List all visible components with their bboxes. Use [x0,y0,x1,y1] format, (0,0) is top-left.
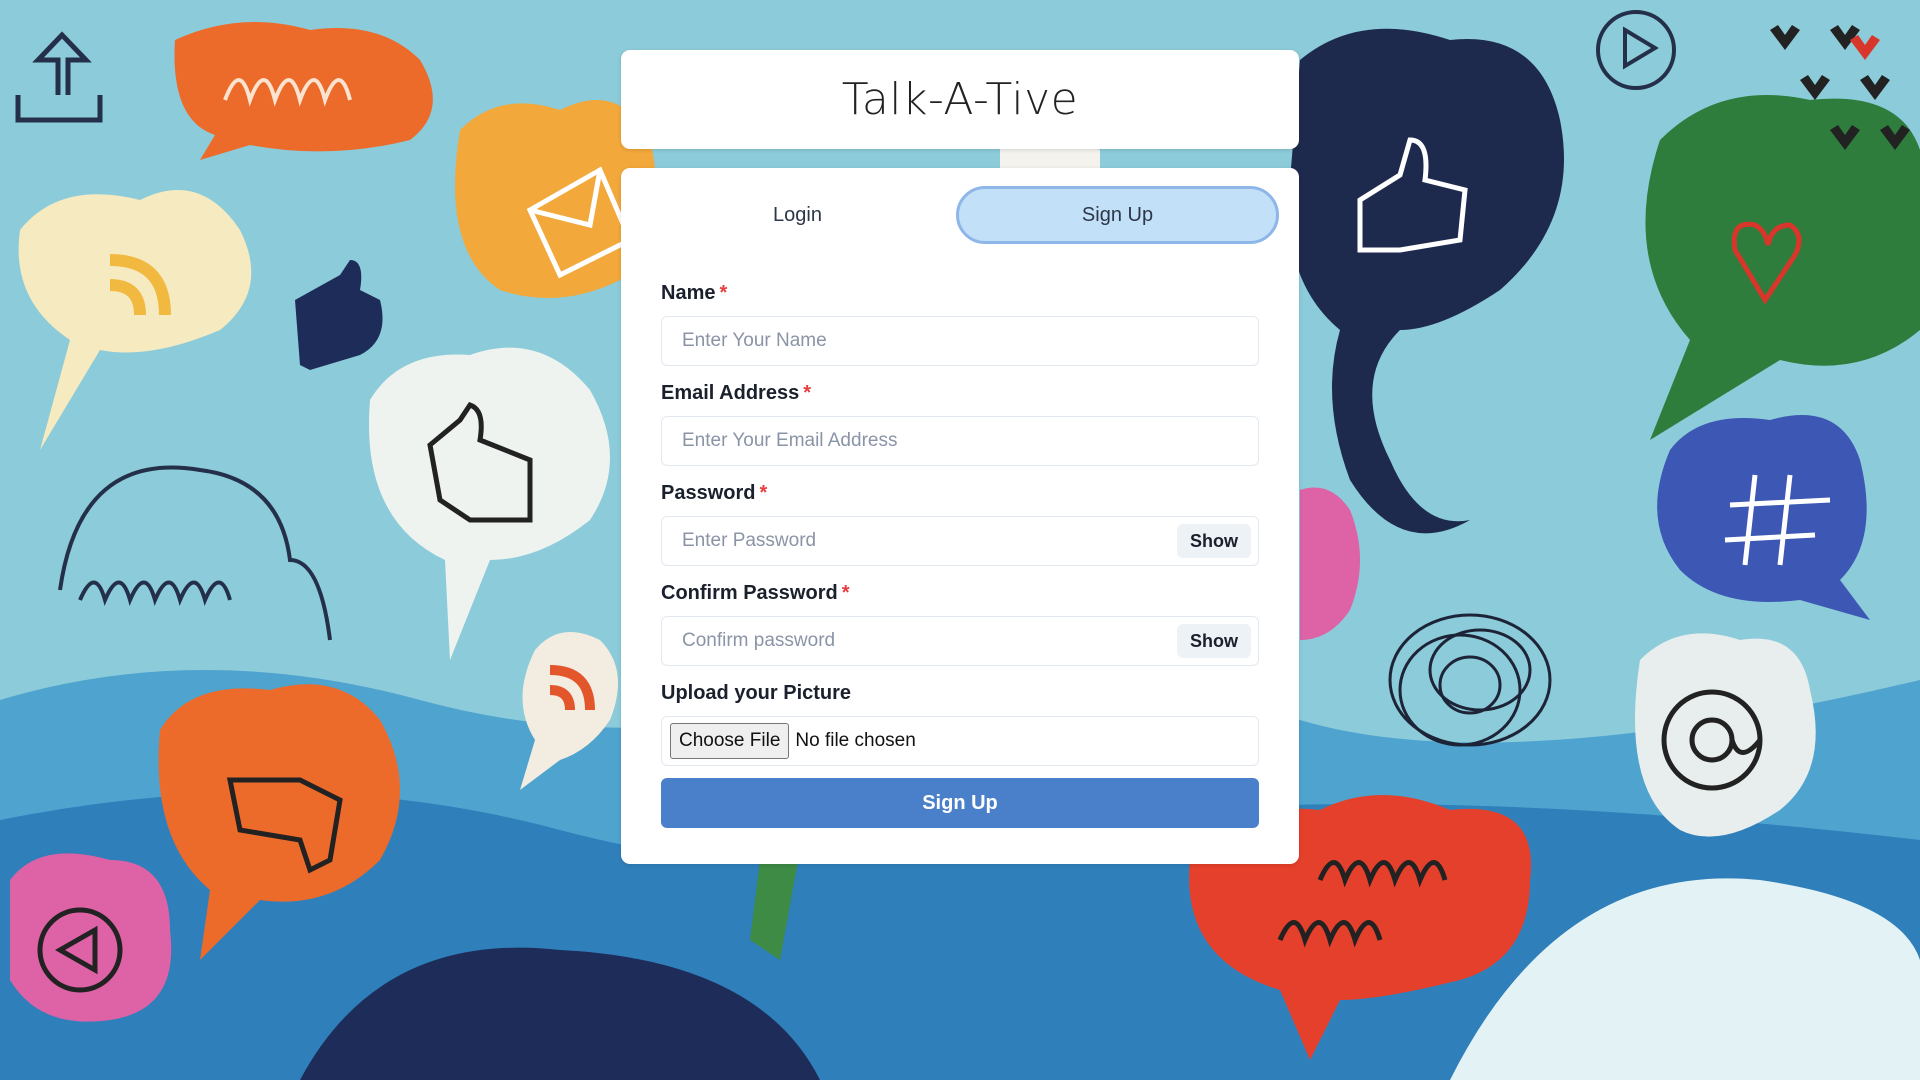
show-confirm-password-button[interactable]: Show [1177,624,1251,658]
picture-label: Upload your Picture [661,682,852,704]
required-mark: * [841,582,850,604]
password-label: Password * [661,478,1259,508]
tab-login[interactable]: Login [639,186,956,244]
confirm-password-field-wrapper: Show [661,616,1259,666]
auth-tabs: Login Sign Up [639,186,1279,244]
confirm-password-label: Confirm Password * [661,578,1259,608]
required-mark: * [719,282,728,304]
password-input[interactable] [662,517,1258,565]
email-label: Email Address * [661,378,1259,408]
name-label-text: Name [661,282,716,304]
password-field-wrapper: Show [661,516,1259,566]
name-label: Name * [661,278,1259,308]
scribble-bubble-orange [174,22,433,160]
email-input[interactable] [662,417,1258,465]
password-label-text: Password [661,482,756,504]
confirm-password-label-text: Confirm Password [661,582,838,604]
email-label-text: Email Address [661,382,800,404]
picture-upload-field: Choose File No file chosen [661,716,1259,766]
app-header: Talk-A-Tive [621,50,1299,149]
choose-file-button[interactable]: Choose File [670,723,790,759]
name-input[interactable] [662,317,1258,365]
email-field-wrapper [661,416,1259,466]
sign-up-submit-button[interactable]: Sign Up [661,778,1259,828]
app-title: Talk-A-Tive [841,74,1079,125]
sign-up-form: Name* Email Address* Password* Show Conf… [661,278,1259,828]
name-field-wrapper [661,316,1259,366]
tab-sign-up[interactable]: Sign Up [956,186,1279,244]
confirm-password-input[interactable] [662,617,1258,665]
required-mark: * [759,482,768,504]
auth-card: Login Sign Up Name* Email Address* Passw… [621,168,1299,864]
file-status-text: No file chosen [795,730,916,751]
required-mark: * [803,382,811,404]
show-password-button[interactable]: Show [1177,524,1251,558]
